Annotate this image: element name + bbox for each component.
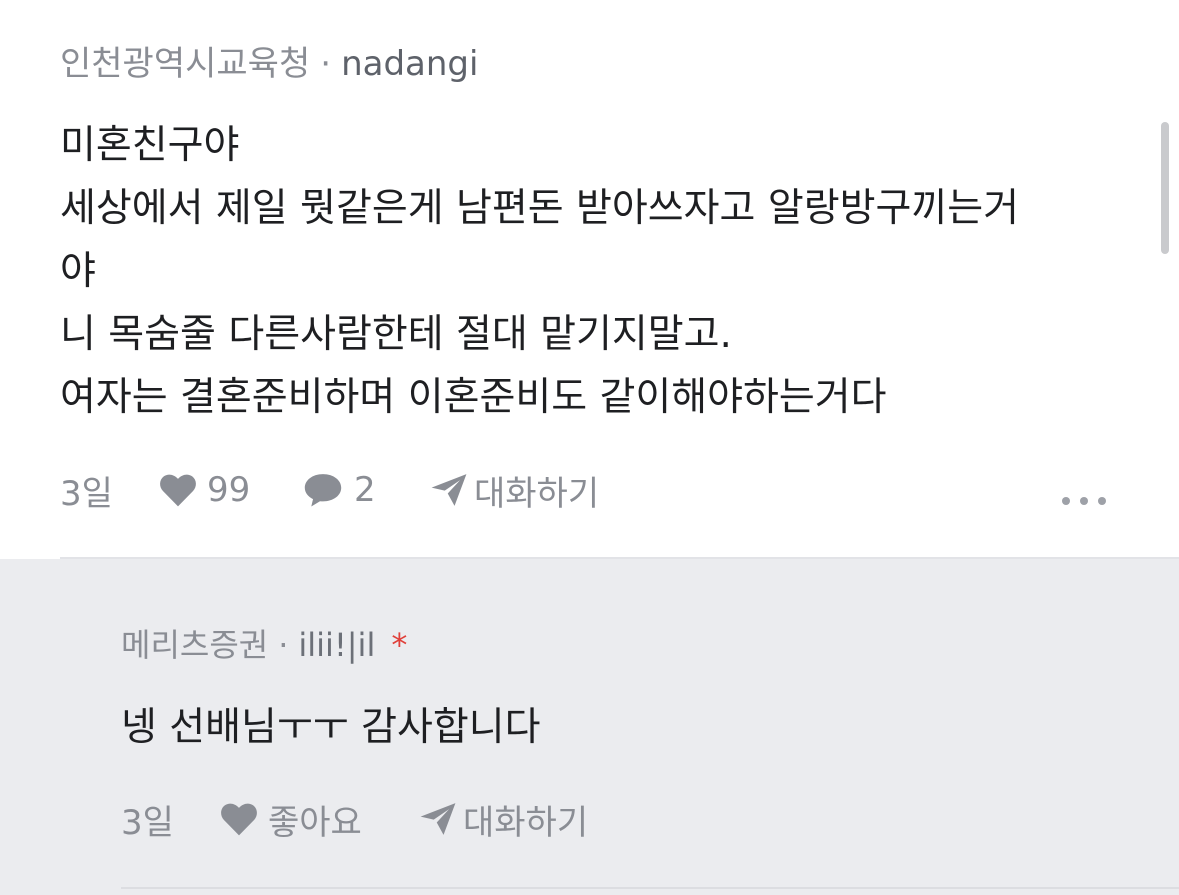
chat-label: 대화하기 (474, 473, 600, 514)
comment-author-line: 인천광역시교육청 · nadangi (60, 40, 478, 88)
reply-text: 넹 선배님ㅜㅜ 감사합니다 (121, 705, 541, 750)
comment-line: 세상에서 제일 뭣같은게 남편돈 받아쓰자고 알랑방구끼는거 (60, 186, 1019, 231)
like-label: 좋아요 (268, 802, 362, 843)
reply-body: 넹 선배님ㅜㅜ 감사합니다 (121, 696, 1179, 759)
speech-bubble-icon (302, 471, 344, 509)
comment-body: 미혼친구야 세상에서 제일 뭣같은게 남편돈 받아쓰자고 알랑방구끼는거 야 니… (60, 114, 1120, 429)
reply-count-button[interactable]: 2 (302, 466, 376, 514)
reply-author-nickname[interactable]: ilii!|il (298, 626, 375, 664)
comment-line: 미혼친구야 (60, 123, 240, 168)
author-affiliation[interactable]: 인천광역시교육청 (60, 44, 310, 84)
more-dots-icon (1060, 480, 1110, 520)
paper-plane-icon (430, 472, 468, 508)
original-poster-marker: * (391, 626, 408, 664)
chat-button[interactable]: 대화하기 (430, 466, 599, 514)
reply-time: 3일 (121, 802, 174, 843)
scrollbar[interactable] (1161, 122, 1169, 254)
chat-label: 대화하기 (463, 802, 589, 843)
comment-time: 3일 (60, 473, 113, 514)
heart-icon (219, 801, 259, 837)
meta-separator: · (278, 626, 289, 664)
reply-author-affiliation[interactable]: 메리츠증권 (121, 626, 268, 664)
heart-icon (158, 472, 198, 508)
author-nickname[interactable]: nadangi (341, 44, 478, 84)
reply-actions: 3일 좋아요 대화하기 (121, 795, 1101, 843)
reply-chat-button[interactable]: 대화하기 (419, 795, 588, 843)
reply-divider (121, 887, 1179, 889)
more-options-button[interactable] (1060, 480, 1110, 505)
paper-plane-icon (419, 801, 457, 837)
reply-count: 2 (354, 470, 376, 510)
comment-thread: 인천광역시교육청 · nadangi 미혼친구야 세상에서 제일 뭣같은게 남편돈 … (0, 0, 1179, 895)
like-button[interactable]: 99 (158, 466, 250, 514)
reply-card: 메리츠증권 · ilii!|il * 넹 선배님ㅜㅜ 감사합니다 3일 좋아요 대화하… (0, 559, 1179, 895)
comment-line: 여자는 결혼준비하며 이혼준비도 같이해야하는거다 (60, 375, 887, 420)
reply-author-line: 메리츠증권 · ilii!|il * (121, 621, 407, 669)
comment-line: 야 (60, 249, 96, 294)
reply-like-button[interactable]: 좋아요 (219, 795, 362, 843)
meta-separator: · (320, 44, 332, 84)
like-count: 99 (207, 470, 251, 510)
comment-actions: 3일 99 2 대화하기 (60, 466, 1110, 514)
comment-card: 인천광역시교육청 · nadangi 미혼친구야 세상에서 제일 뭣같은게 남편돈 … (0, 0, 1179, 558)
comment-line: 니 목숨줄 다른사람한테 절대 맡기지말고. (60, 312, 732, 357)
